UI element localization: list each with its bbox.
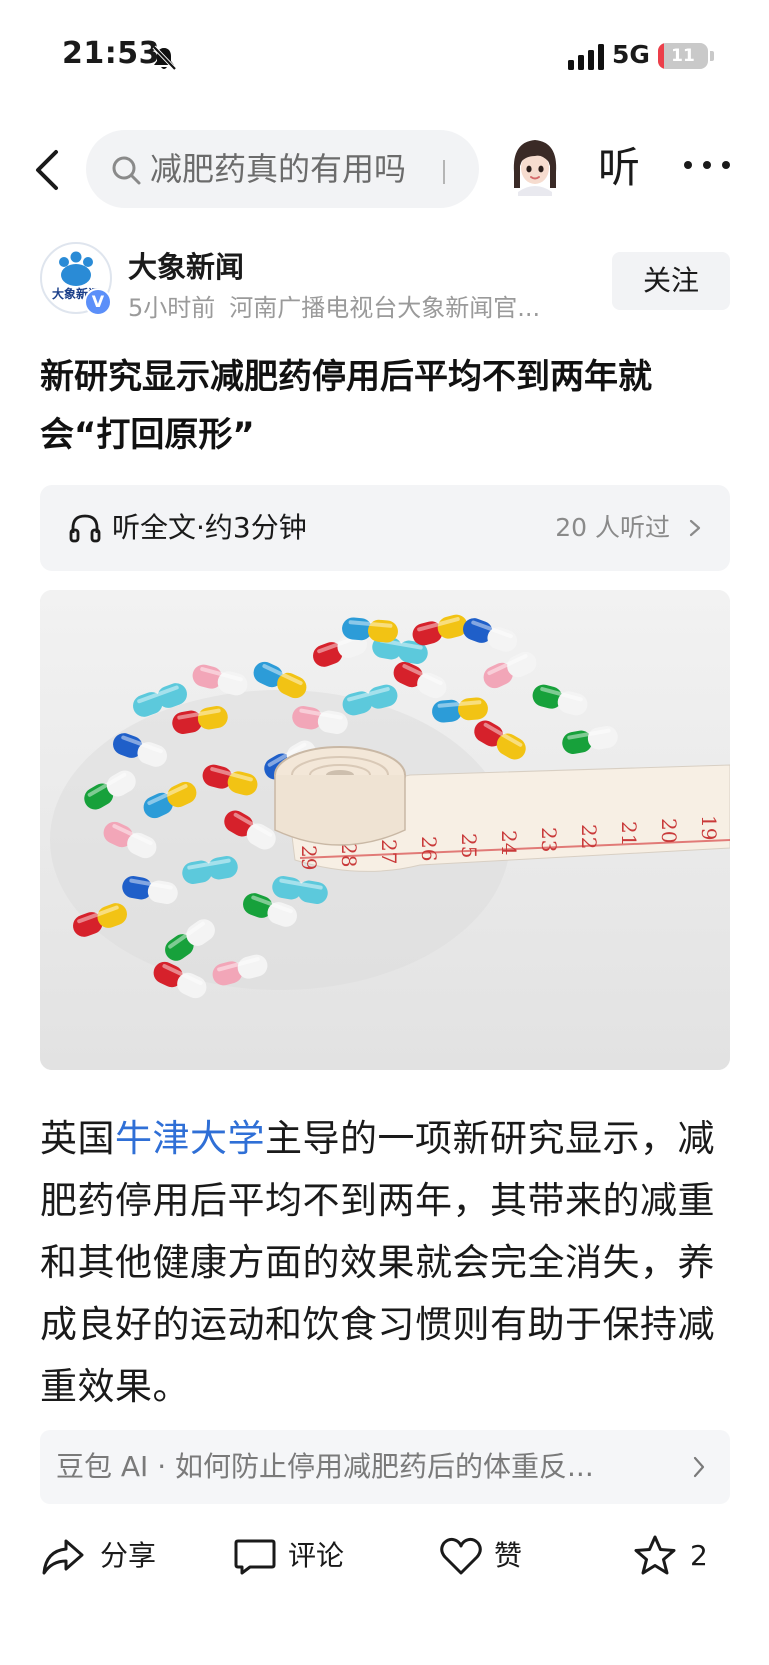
search-query: 减肥药真的有用吗	[150, 150, 407, 188]
tape-number: 20	[657, 818, 681, 843]
network-type: 5G	[612, 40, 650, 69]
back-icon[interactable]	[30, 140, 66, 200]
listen-count: 20 人听过	[555, 513, 670, 542]
publish-time: 5小时前	[128, 294, 216, 322]
body-link-oxford[interactable]: 牛津大学	[115, 1117, 265, 1160]
article-body: 英国牛津大学主导的一项新研究显示，减肥药停用后平均不到两年，其带来的减重和其他健…	[40, 1108, 740, 1418]
comment-icon	[234, 1539, 276, 1575]
battery-level: 11	[671, 46, 695, 66]
ai-suggestion-bar[interactable]: 豆包 AI · 如何防止停用减肥药后的体重反...	[40, 1430, 730, 1504]
share-button[interactable]: 分享	[40, 1533, 160, 1583]
battery-icon: 11	[658, 43, 708, 69]
top-bar: 减肥药真的有用吗 听	[0, 120, 769, 220]
tape-number: 21	[617, 821, 641, 846]
comment-button[interactable]: 评论	[232, 1533, 352, 1583]
tape-number: 22	[577, 824, 601, 849]
author-source: 河南广播电视台大象新闻官...	[229, 294, 541, 322]
tape-number: 29	[297, 845, 321, 870]
tape-number: 25	[457, 833, 481, 858]
tape-number: 28	[337, 842, 361, 867]
comment-label: 评论	[288, 1539, 345, 1572]
listen-full-article-bar[interactable]: 听全文·约3分钟 20 人听过	[40, 485, 730, 571]
search-input[interactable]: 减肥药真的有用吗	[86, 130, 479, 208]
search-caret	[443, 160, 445, 184]
like-label: 赞	[494, 1539, 523, 1572]
status-bar: 21:53 5G 11	[0, 0, 769, 110]
favorite-button[interactable]: 2	[632, 1533, 732, 1583]
tape-number: 26	[417, 836, 441, 861]
listen-button[interactable]: 听	[598, 138, 640, 198]
bell-off-icon	[152, 45, 177, 71]
share-label: 分享	[100, 1539, 157, 1572]
heart-icon	[440, 1537, 482, 1575]
hero-image[interactable]: 29 28 27 26 25 24 23 22 21 20 19	[40, 590, 730, 1070]
status-time: 21:53	[62, 36, 160, 71]
favorite-count: 2	[690, 1539, 708, 1572]
tape-number: 19	[697, 815, 721, 840]
author-row: 大象新闻 V 大象新闻 5小时前 河南广播电视台大象新闻官... 关注	[0, 240, 769, 323]
body-text-before: 英国	[40, 1117, 115, 1160]
star-icon	[634, 1535, 676, 1575]
signal-icon	[568, 44, 604, 70]
author-meta: 5小时前 河南广播电视台大象新闻官...	[128, 288, 598, 323]
tape-number: 27	[377, 839, 401, 864]
author-name[interactable]: 大象新闻	[128, 244, 244, 286]
body-text-after: 主导的一项新研究显示，减肥药停用后平均不到两年，其带来的减重和其他健康方面的效果…	[40, 1117, 715, 1408]
more-icon[interactable]	[682, 150, 732, 180]
follow-button[interactable]: 关注	[612, 252, 730, 310]
pills-and-measuring-tape-image: 29 28 27 26 25 24 23 22 21 20 19	[40, 590, 730, 1070]
tape-number: 24	[497, 830, 521, 855]
chevron-right-icon	[693, 1456, 705, 1478]
share-icon	[42, 1539, 84, 1575]
avatar[interactable]	[506, 132, 564, 196]
article-title: 新研究显示减肥药停用后平均不到两年就会“打回原形”	[40, 357, 652, 455]
like-button[interactable]: 赞	[438, 1533, 538, 1583]
ai-suggestion-text: 豆包 AI · 如何防止停用减肥药后的体重反...	[56, 1450, 594, 1483]
verified-badge: V	[84, 288, 112, 316]
listen-label: 听全文·约3分钟	[112, 511, 307, 544]
battery-nub	[710, 51, 714, 61]
bottom-action-bar: 分享 评论 赞 2	[0, 1515, 769, 1595]
tape-number: 23	[537, 827, 561, 852]
chevron-right-icon	[689, 519, 701, 537]
headphone-icon	[69, 514, 101, 543]
search-icon	[112, 156, 141, 185]
